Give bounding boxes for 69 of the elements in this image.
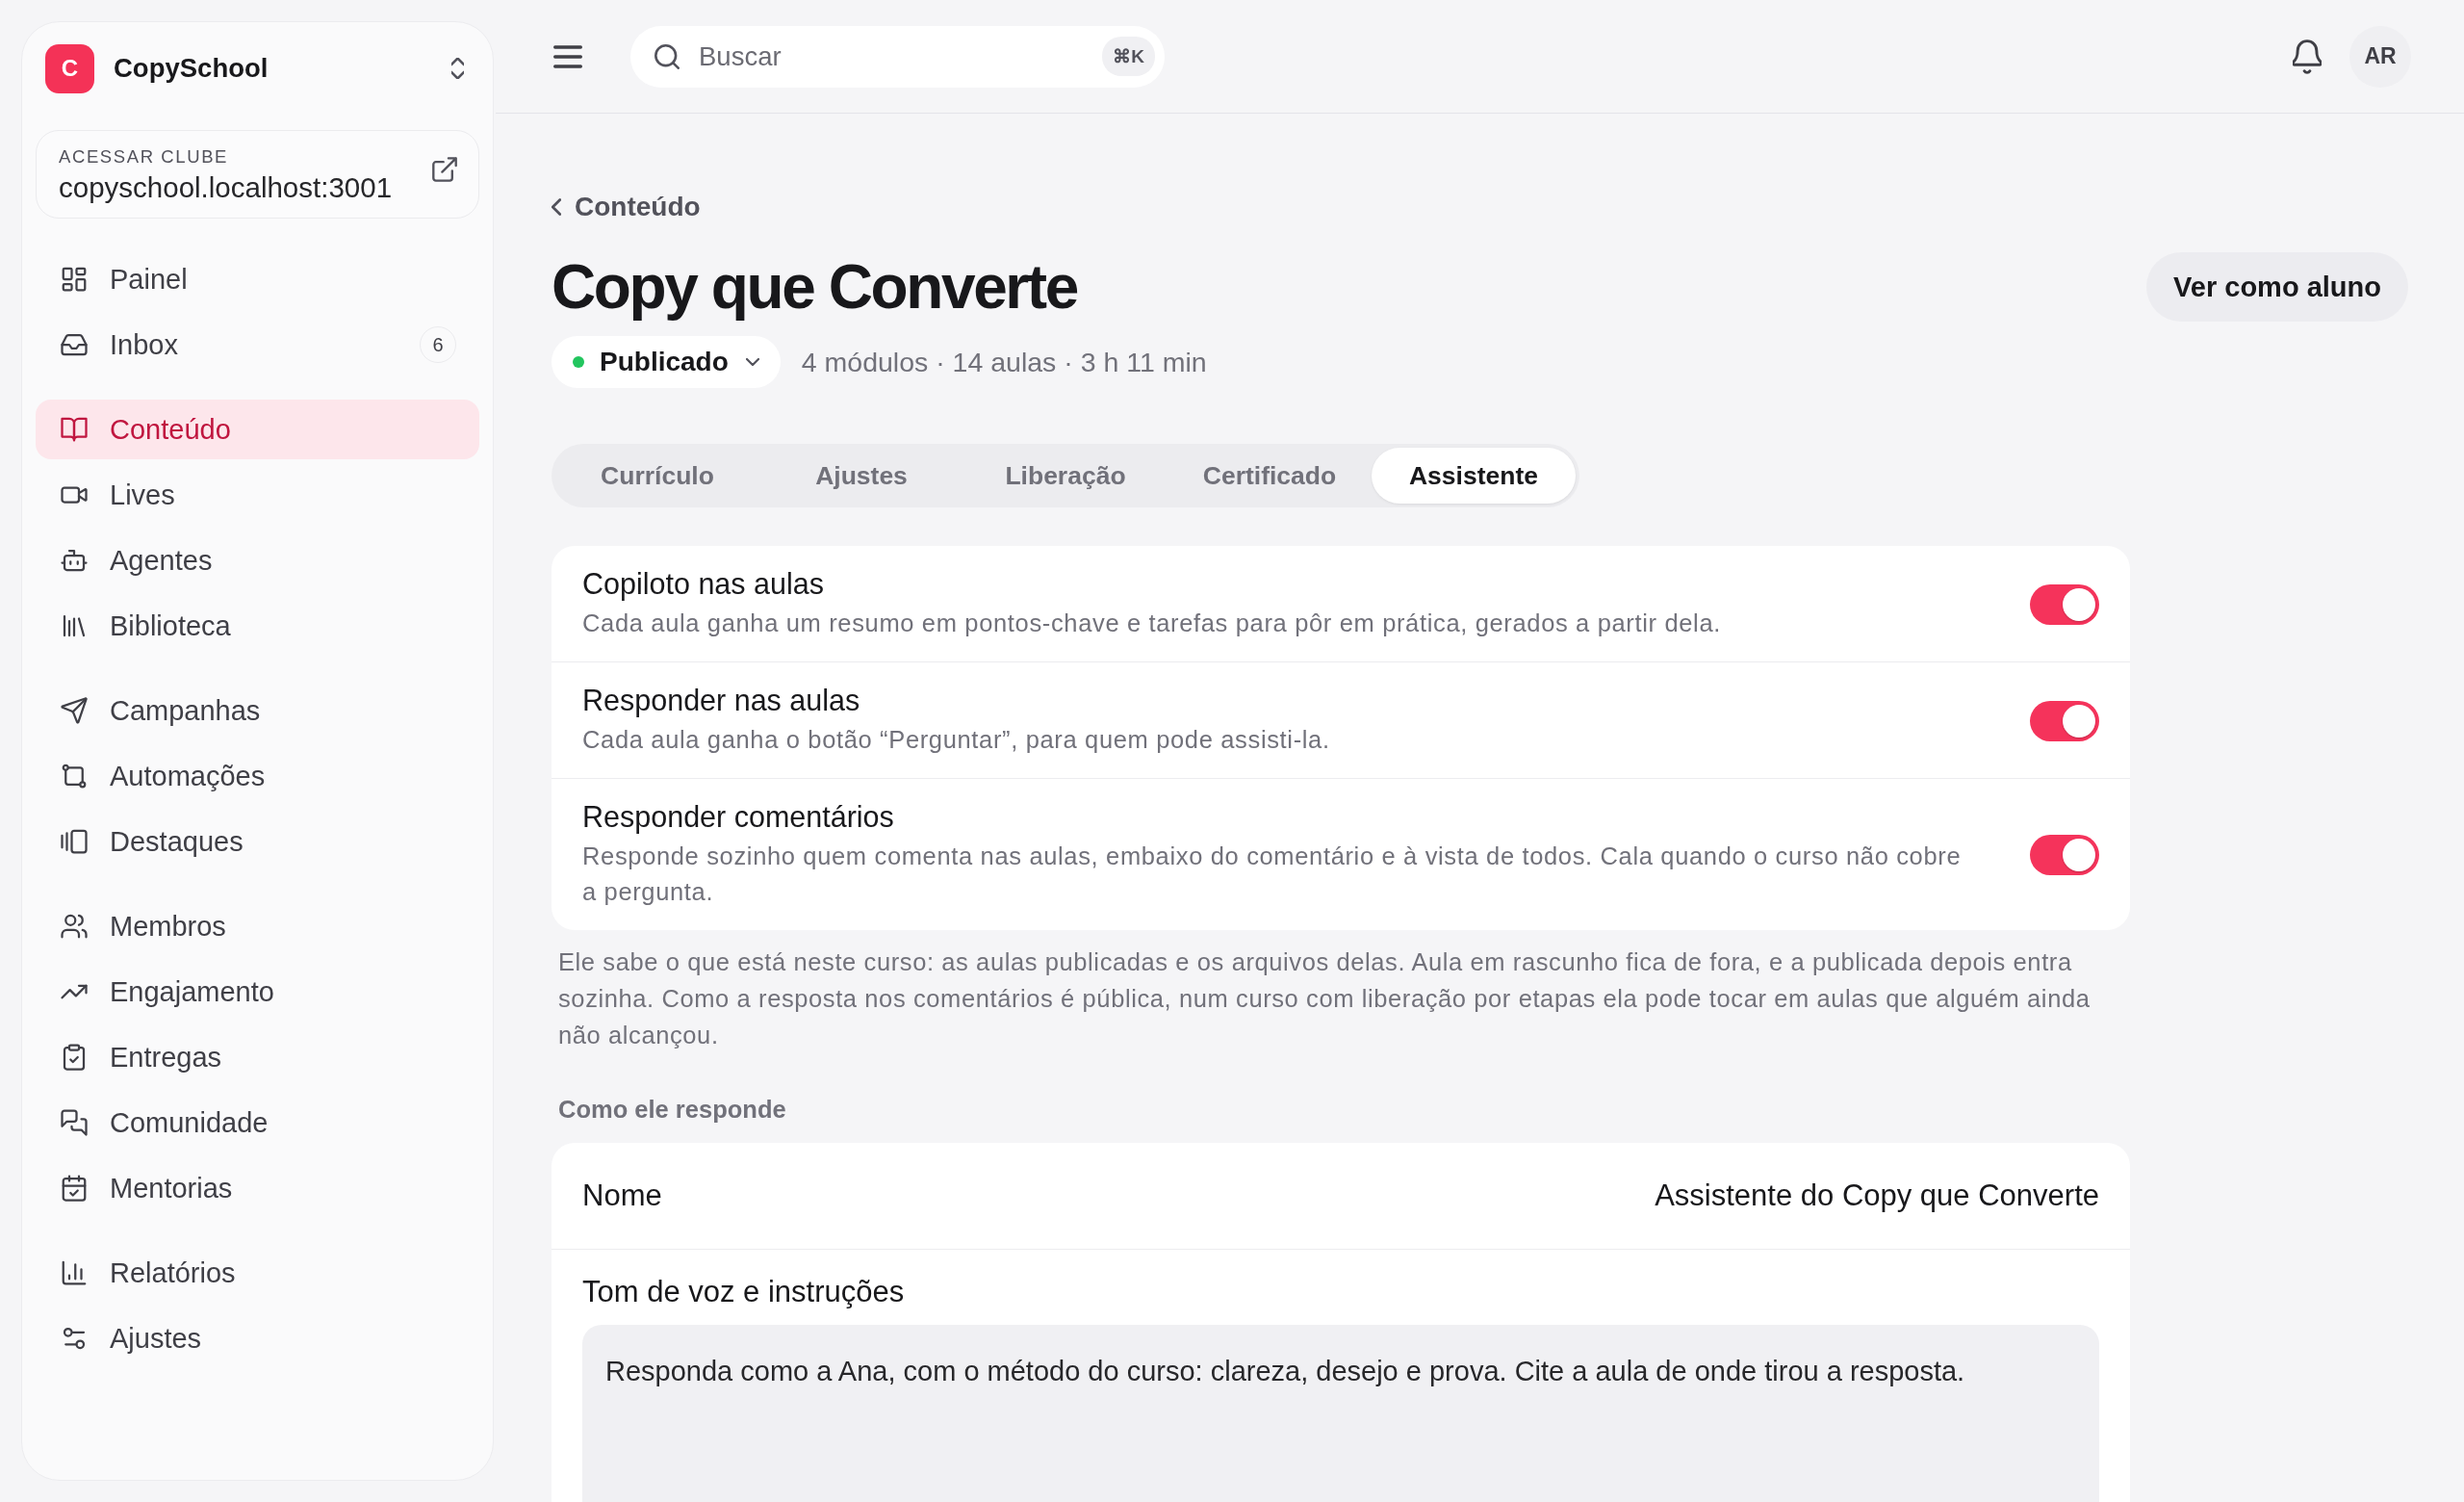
sidebar-item[interactable]: Destaques bbox=[36, 812, 479, 871]
menu-icon bbox=[553, 44, 582, 68]
sidebar-item[interactable]: Conteúdo bbox=[36, 400, 479, 459]
sidebar-item[interactable]: Painel bbox=[36, 249, 479, 309]
club-link-card[interactable]: ACESSAR CLUBE copyschool.localhost:3001 bbox=[36, 130, 479, 219]
tab[interactable]: Ajustes bbox=[759, 448, 963, 504]
calendar-check-icon bbox=[60, 1174, 89, 1203]
sidebar-item[interactable]: Automações bbox=[36, 746, 479, 806]
setting-title: Responder nas aulas bbox=[582, 684, 861, 717]
workflow-icon bbox=[60, 762, 89, 790]
sidebar-item[interactable]: Lives bbox=[36, 465, 479, 525]
shortcut-hint: ⌘K bbox=[1102, 37, 1155, 76]
tab[interactable]: Currículo bbox=[555, 448, 759, 504]
workspace-switcher[interactable]: C CopySchool bbox=[36, 41, 479, 93]
sidebar-item[interactable]: Entregas bbox=[36, 1027, 479, 1087]
setting-title: Copiloto nas aulas bbox=[582, 567, 825, 601]
sidebar-item[interactable]: Engajamento bbox=[36, 962, 479, 1022]
course-title: Copy que Converte bbox=[552, 251, 1077, 324]
gallery-icon bbox=[60, 827, 89, 856]
bar-chart-icon bbox=[60, 1258, 89, 1287]
tab[interactable]: Liberação bbox=[963, 448, 1168, 504]
search-input[interactable]: Buscar bbox=[699, 40, 1103, 72]
paper-plane-icon bbox=[60, 696, 89, 725]
name-value[interactable]: Assistente do Copy que Converte bbox=[1655, 1178, 2099, 1213]
workspace-name: CopySchool bbox=[114, 53, 270, 84]
open-book-icon bbox=[60, 415, 89, 444]
logo-tile: C bbox=[45, 43, 94, 93]
sidebar-item[interactable]: Mentorias bbox=[36, 1158, 479, 1218]
toggle-switch[interactable] bbox=[2030, 583, 2099, 625]
status-dropdown[interactable]: Publicado bbox=[552, 336, 781, 388]
status-dot-icon bbox=[573, 356, 584, 368]
sidebar-item[interactable]: Ajustes bbox=[36, 1308, 479, 1368]
people-icon bbox=[60, 912, 89, 941]
chevron-down-icon bbox=[745, 358, 759, 366]
club-url: copyschool.localhost:3001 bbox=[59, 171, 393, 204]
sidebar-item[interactable]: Agentes bbox=[36, 531, 479, 590]
user-avatar[interactable]: AR bbox=[2349, 25, 2411, 88]
tab[interactable]: Assistente bbox=[1372, 448, 1576, 504]
club-label: ACESSAR CLUBE bbox=[59, 146, 230, 168]
chevrons-up-down-icon bbox=[451, 58, 464, 79]
search-icon bbox=[654, 43, 680, 69]
toggle-switch[interactable] bbox=[2030, 835, 2099, 875]
section-heading: Como ele responde bbox=[558, 1096, 786, 1124]
name-label: Nome bbox=[582, 1178, 662, 1213]
bell-icon bbox=[2293, 39, 2322, 74]
setting-description: Responde sozinho quem comenta nas aulas, embaixo do comentário e à vista de todos. Cala quando o curso não cobre a pergunta. bbox=[582, 842, 1963, 907]
setting-title: Responder comentários bbox=[582, 800, 895, 834]
course-meta: 4 módulos · 14 aulas · 3 h 11 min bbox=[801, 346, 1207, 378]
external-link-icon bbox=[432, 157, 457, 182]
tab[interactable]: Certificado bbox=[1168, 448, 1372, 504]
view-as-student-button[interactable]: Ver como aluno bbox=[2146, 252, 2408, 322]
setting-description: Cada aula ganha o botão “Perguntar”, para quem pode assisti-la. bbox=[582, 725, 1331, 755]
sidebar-item[interactable]: Campanhas bbox=[36, 681, 479, 740]
instructions-field[interactable]: Responda como a Ana, com o método do curso: clareza, desejo e prova. Cite a aula de onde tirou a resposta. bbox=[582, 1325, 2099, 1502]
dashboard-icon bbox=[60, 265, 89, 294]
sidebar-item[interactable]: Relatórios bbox=[36, 1243, 479, 1303]
search-field[interactable]: Buscar ⌘K bbox=[630, 25, 1165, 88]
sidebar-item[interactable]: Membros bbox=[36, 896, 479, 956]
info-paragraph: Ele sabe o que está neste curso: as aulas publicadas e os arquivos delas. Aula em rascunho fica de fora, e a publicada depois entra sozinha. Como a resposta nos comentários é pública, num curso com liberação por etapas ela pode tocar em aulas que alguém ainda não alcançou. bbox=[558, 947, 2092, 1050]
toggle-switch[interactable] bbox=[2030, 700, 2099, 741]
back-link[interactable]: Conteúdo bbox=[552, 192, 701, 222]
notifications-button[interactable] bbox=[2292, 39, 2323, 74]
chat-bubbles-icon bbox=[60, 1108, 89, 1137]
setting-description: Cada aula ganha um resumo em pontos-chave e tarefas para pôr em prática, gerados a partir dela. bbox=[582, 609, 1722, 638]
sidebar-item[interactable]: Inbox 6 bbox=[36, 315, 479, 375]
chevron-left-icon bbox=[552, 198, 561, 216]
sidebar-item[interactable]: Comunidade bbox=[36, 1093, 479, 1152]
instructions-label: Tom de voz e instruções bbox=[582, 1275, 906, 1309]
sidebar-item[interactable]: Biblioteca bbox=[36, 596, 479, 656]
